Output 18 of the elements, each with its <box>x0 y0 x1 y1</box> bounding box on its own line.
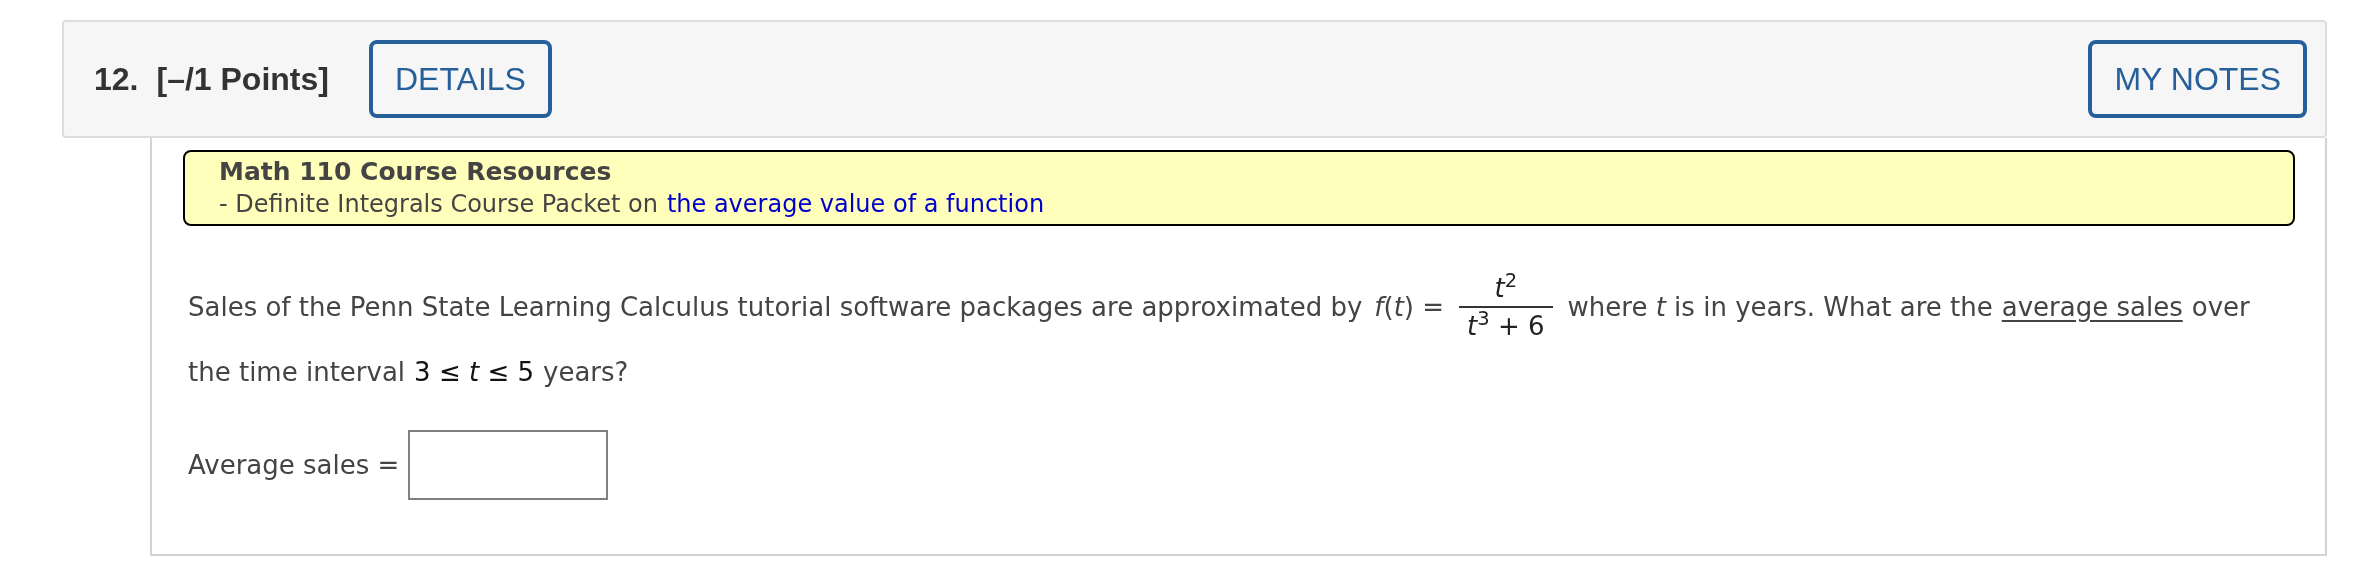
details-button[interactable]: DETAILS <box>368 40 552 118</box>
answer-label: Average sales = <box>188 448 400 482</box>
question-number: 12. <box>94 60 139 99</box>
question-text: where t is in years. What are the <box>1567 290 1993 324</box>
notes-button[interactable]: MY NOTES <box>2088 40 2307 118</box>
question-text: the time interval <box>188 355 406 389</box>
question-text: over <box>2191 290 2250 324</box>
inequality-expression: 3 ≤ t ≤ 5 <box>414 355 534 389</box>
fraction: t$^{2}$ t$^{3}$ + 6 <box>1459 270 1553 344</box>
question-text: Sales of the Penn State Learning Calculus tutorial software packages are approximated by <box>188 290 1363 324</box>
answer-field[interactable] <box>408 430 609 500</box>
question-text: years? <box>543 355 629 389</box>
points-label: [–/1 Points] <box>156 60 329 99</box>
function-expression: f(t) = <box>1374 290 1445 324</box>
glossary-link[interactable]: average sales <box>2001 287 2183 327</box>
resource-link[interactable]: the average value of a function <box>666 188 1045 220</box>
resources-text: - Definite Integrals Course Packet on <box>219 189 658 220</box>
resources-title: Math 110 Course Resources <box>219 156 613 188</box>
